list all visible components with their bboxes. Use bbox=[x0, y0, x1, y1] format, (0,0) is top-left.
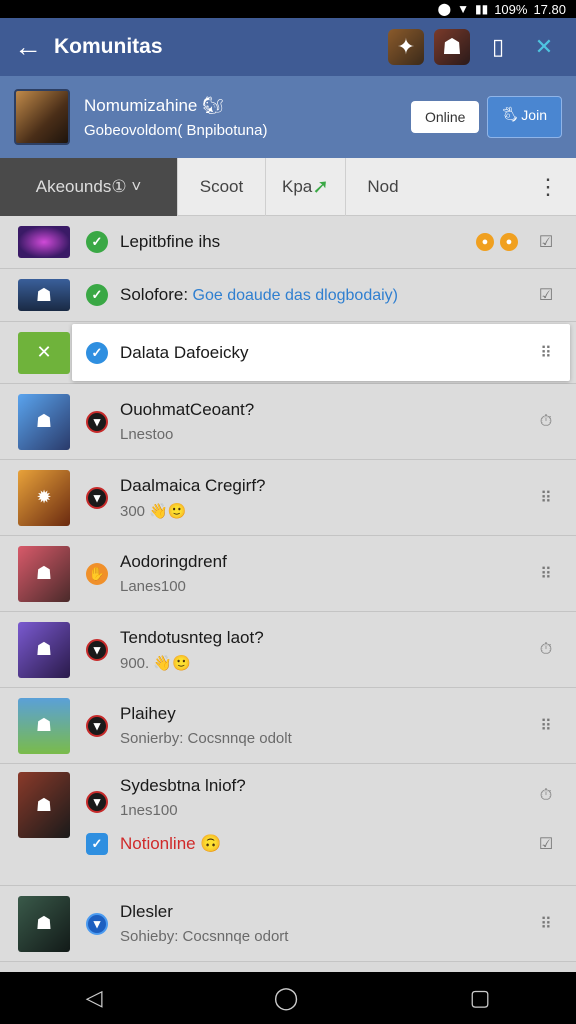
drag-handle-icon[interactable]: ⠿ bbox=[534, 343, 558, 363]
item-thumbnail: ☗ bbox=[18, 621, 70, 678]
tab-bar: Akeounds① ˅ Scoot Kpa ➚ Nod ⋮ bbox=[0, 157, 576, 216]
list-item[interactable]: ☗ ✋ Aodoringdrenf Lanes100 ⠿ bbox=[0, 536, 576, 612]
coin-icon: ● bbox=[476, 233, 494, 251]
shield-icon: ▾ bbox=[86, 410, 108, 433]
chevron-down-icon: ˅ bbox=[126, 176, 142, 196]
list-item[interactable]: ☗ ▾ Tendotusnteg laot? 900. 👋🙂 ⏱ bbox=[0, 612, 576, 688]
item-name: Notionline 🙃 bbox=[120, 834, 222, 853]
list-item[interactable]: ☗ ▾ Plaihey Sonierby: Cocsnnqe odolt ⠿ bbox=[0, 688, 576, 764]
page-title: Komunitas bbox=[54, 35, 163, 58]
item-thumbnail: ✕ bbox=[18, 331, 70, 374]
document-icon[interactable]: ▯ bbox=[480, 29, 516, 65]
item-thumbnail: ✹ bbox=[18, 469, 70, 526]
item-thumbnail: ☗ bbox=[18, 772, 70, 838]
tab-accounts[interactable]: Akeounds① ˅ bbox=[0, 157, 178, 216]
item-name: Sydesbtna lniof? bbox=[120, 776, 246, 795]
list-item[interactable]: ✓ Lepitbfine ihs ● ● ☑ bbox=[0, 216, 576, 269]
tab-nod[interactable]: Nod bbox=[346, 158, 420, 216]
item-thumbnail: ☗ bbox=[18, 279, 70, 311]
checkbox-icon[interactable]: ☑ bbox=[534, 285, 558, 305]
item-subtitle: Sonierby: Cocsnnqe odolt bbox=[120, 730, 292, 747]
tab-label: Kpa bbox=[281, 176, 313, 196]
drag-handle-icon[interactable]: ⠿ bbox=[534, 716, 558, 736]
list-item[interactable]: ☗ ▾ Dlesler Sohieby: Cocsnnqe odort ⠿ bbox=[0, 886, 576, 962]
item-thumbnail: ☗ bbox=[18, 545, 70, 602]
checkbox-icon[interactable]: ☑ bbox=[534, 834, 558, 854]
notification-icon: ⬤ bbox=[437, 2, 452, 16]
arrow-up-icon: ➚ bbox=[312, 176, 329, 198]
arrow-left-icon[interactable]: ← bbox=[14, 31, 48, 63]
tab-scoot[interactable]: Scoot bbox=[178, 157, 266, 216]
list-item[interactable]: ☗ ▾ OuohmatCeoant? Lnestoo ⏱ bbox=[0, 384, 576, 460]
tab-label: Akeounds① bbox=[35, 176, 127, 196]
wifi-icon: ▼ bbox=[457, 2, 469, 16]
shield-icon: ▾ bbox=[86, 912, 108, 935]
member-list: ✓ Lepitbfine ihs ● ● ☑ ☗ ✓ Solofore: Goe… bbox=[0, 216, 576, 972]
clock: 17.80 bbox=[533, 1, 566, 17]
check-circle-icon: ✓ bbox=[86, 284, 108, 306]
list-item[interactable]: ✹ ▾ Daalmaica Cregirf? 300 👋🙂 ⠿ bbox=[0, 460, 576, 536]
shield-icon: ▾ bbox=[86, 790, 108, 813]
drag-handle-icon[interactable]: ⠿ bbox=[534, 914, 558, 934]
checkbox-checked-icon[interactable]: ✓ bbox=[86, 833, 108, 855]
item-thumbnail bbox=[18, 226, 70, 258]
item-subtitle: Lnestoo bbox=[120, 426, 174, 443]
item-subtitle: 1nes100 bbox=[120, 802, 178, 819]
list-item-selected[interactable]: ✕ ✓ Dalata Dafoeicky ⠿ bbox=[0, 322, 576, 384]
community-name: Nomumizahine 🐿 bbox=[84, 95, 224, 115]
community-avatar[interactable] bbox=[14, 89, 70, 145]
check-circle-icon: ✓ bbox=[86, 341, 108, 364]
item-subtitle: Sohieby: Cocsnnqe odort bbox=[120, 928, 289, 945]
coin-icon: ● bbox=[500, 233, 518, 251]
item-subtitle: 900. 👋🙂 bbox=[120, 654, 191, 672]
app-bar: ← Komunitas ✦ ☗ ▯ ✕ bbox=[0, 18, 576, 76]
shield-icon: ▾ bbox=[86, 486, 108, 509]
shield-icon: ▾ bbox=[86, 714, 108, 737]
alarm-icon[interactable]: ⏱ bbox=[534, 413, 558, 431]
item-name: Dlesler bbox=[120, 902, 173, 921]
alarm-icon[interactable]: ⏱ bbox=[534, 787, 558, 805]
item-name: Aodoringdrenf bbox=[120, 552, 227, 571]
item-name: Dalata Dafoeicky bbox=[120, 342, 249, 362]
tools-icon[interactable]: ✕ bbox=[526, 29, 562, 65]
join-button[interactable]: 🖏 Join bbox=[487, 96, 562, 138]
signal-icon: ▮▮ bbox=[474, 2, 489, 16]
recents-nav-icon[interactable]: ▢ bbox=[470, 985, 491, 1011]
tab-kpa[interactable]: Kpa ➚ bbox=[266, 157, 346, 216]
item-name: Daalmaica Cregirf? bbox=[120, 475, 266, 495]
status-bar: ⬤ ▼ ▮▮ 109% 17.80 bbox=[0, 0, 576, 18]
hand-icon: ✋ bbox=[86, 562, 108, 585]
item-link[interactable]: Goe doaude das dlogbodaiy) bbox=[193, 287, 399, 304]
shield-icon: ▾ bbox=[86, 638, 108, 661]
community-subtitle: Gobeovoldom( Bnpibotuna) bbox=[84, 121, 268, 139]
item-name: Solofore: bbox=[120, 285, 189, 304]
back-nav-icon[interactable]: ◁ bbox=[86, 985, 103, 1011]
home-nav-icon[interactable]: ◯ bbox=[274, 985, 299, 1011]
coin-badges: ● ● bbox=[476, 233, 518, 251]
item-name: Plaihey bbox=[120, 704, 176, 723]
online-button[interactable]: Online bbox=[410, 101, 480, 133]
drag-handle-icon[interactable]: ⠿ bbox=[534, 488, 558, 508]
list-item[interactable]: ☗ ▾ Sydesbtna lniof? 1nes100 ⏱ ✓ Notionl… bbox=[0, 764, 576, 886]
drag-handle-icon[interactable]: ⠿ bbox=[534, 564, 558, 584]
item-name: Lepitbfine ihs bbox=[120, 232, 221, 251]
game-icon[interactable]: ✦ bbox=[388, 29, 424, 65]
item-thumbnail: ☗ bbox=[18, 393, 70, 450]
game-character-icon[interactable]: ☗ bbox=[434, 29, 470, 65]
more-vert-icon[interactable]: ⋮ bbox=[520, 174, 576, 200]
item-subtitle: Lanes100 bbox=[120, 578, 186, 595]
checkbox-icon[interactable]: ☑ bbox=[534, 232, 558, 252]
check-circle-icon: ✓ bbox=[86, 231, 108, 253]
item-thumbnail: ☗ bbox=[18, 697, 70, 754]
item-name: Tendotusnteg laot? bbox=[120, 627, 264, 647]
system-nav-bar: ◁ ◯ ▢ bbox=[0, 972, 576, 1024]
battery-level: 109% bbox=[494, 1, 528, 17]
item-subtitle: 300 👋🙂 bbox=[120, 502, 187, 520]
alarm-icon[interactable]: ⏱ bbox=[534, 641, 558, 659]
list-item[interactable]: ☗ ✓ Solofore: Goe doaude das dlogbodaiy)… bbox=[0, 269, 576, 322]
item-thumbnail: ☗ bbox=[18, 895, 70, 952]
community-header: Nomumizahine 🐿 Gobeovoldom( Bnpibotuna) … bbox=[0, 76, 576, 158]
item-name: OuohmatCeoant? bbox=[120, 400, 255, 419]
